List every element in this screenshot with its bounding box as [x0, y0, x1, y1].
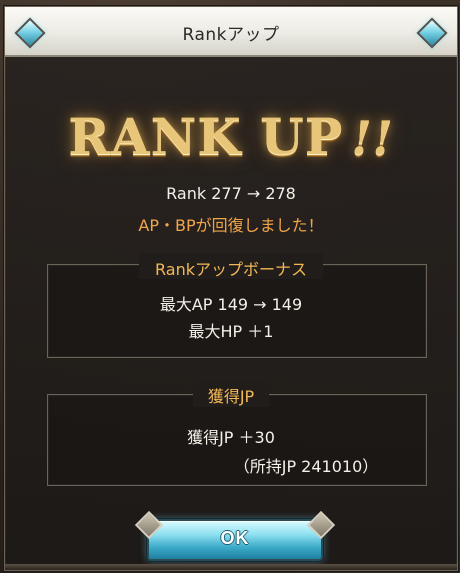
jp-header: 獲得JP	[207, 387, 255, 406]
rank-bonus-header: Rankアップボーナス	[155, 260, 307, 279]
dialog-titlebar: Rankアップ	[5, 7, 457, 57]
ok-button[interactable]: OK	[147, 519, 323, 561]
jp-gain-line: 獲得JP ＋30	[187, 428, 275, 447]
rank-up-banner-exclaim: !!	[351, 111, 394, 165]
rank-change-text: Rank 277 → 278	[166, 184, 296, 203]
dialog-title: Rankアップ	[182, 25, 280, 45]
max-ap-line: 最大AP 149 → 149	[159, 295, 303, 314]
rank-up-banner-text: RANK UP	[68, 107, 344, 166]
recovery-message: AP・BPが回復しました！	[138, 216, 324, 235]
jp-held-line: （所持JP 241010）	[233, 457, 379, 476]
rank-up-dialog: Rankアップ RANK UP!! Rank 277 → 278 AP・BPが回…	[4, 6, 458, 571]
dialog-bottom-frame	[5, 564, 457, 570]
max-hp-line: 最大HP ＋1	[188, 322, 274, 341]
rank-up-banner: RANK UP!!	[5, 107, 457, 166]
ok-button-label: OK	[220, 528, 250, 548]
